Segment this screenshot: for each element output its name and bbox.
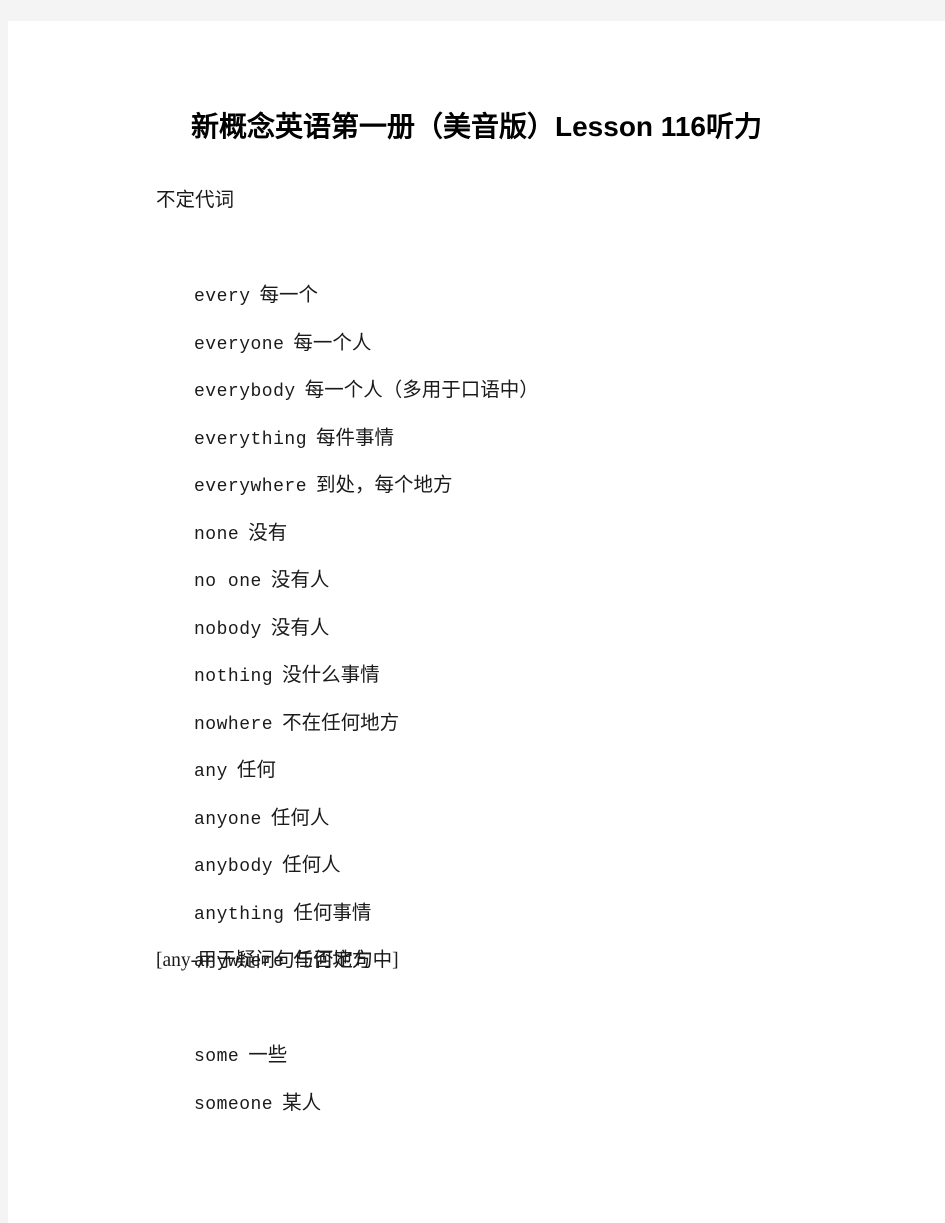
vocab-term: nowhere xyxy=(194,714,274,735)
vocab-gloss: 任何 xyxy=(236,760,276,781)
vocab-entry: some 一些 xyxy=(156,985,916,1067)
vocab-term: any xyxy=(194,762,228,782)
vocab-term: anybody xyxy=(194,857,274,877)
vocab-term: none xyxy=(194,524,240,545)
vocab-term: nothing xyxy=(194,667,274,687)
vocab-entry: every 每一个 xyxy=(156,225,916,307)
vocab-gloss: 一些 xyxy=(248,1045,288,1066)
vocab-gloss: 任何人 xyxy=(270,807,330,829)
vocab-term: every xyxy=(194,287,251,307)
vocab-gloss: 每一个 xyxy=(259,285,319,306)
vocab-term: nobody xyxy=(194,619,262,640)
vocab-term: everybody xyxy=(194,382,296,402)
vocab-term: everywhere xyxy=(194,477,308,497)
vocab-gloss: 每一个人（多用于口语中） xyxy=(304,380,539,401)
document-sheet: 新概念英语第一册（美音版）Lesson 116听力 不定代词 every 每一个 … xyxy=(8,21,945,1223)
usage-note: [any-用于疑问句与否定句中] xyxy=(156,950,399,971)
vocab-term: someone xyxy=(194,1094,274,1115)
vocab-gloss: 到处，每个地方 xyxy=(316,475,453,496)
page-title: 新概念英语第一册（美音版）Lesson 116听力 xyxy=(191,111,762,142)
vocab-term: some xyxy=(194,1047,240,1067)
vocab-gloss: 没有 xyxy=(248,522,288,544)
vocab-gloss: 没什么事情 xyxy=(282,665,380,686)
page-background: 新概念英语第一册（美音版）Lesson 116听力 不定代词 every 每一个 … xyxy=(0,0,945,1223)
vocab-gloss: 任何人 xyxy=(282,855,341,876)
vocab-term: everyone xyxy=(194,334,285,355)
vocab-term: anything xyxy=(194,904,285,925)
vocab-gloss: 每件事情 xyxy=(316,427,395,449)
vocab-gloss: 任何事情 xyxy=(293,902,372,924)
vocab-term: anyone xyxy=(194,809,262,830)
vocab-term: no one xyxy=(194,572,262,592)
vocab-gloss: 没有人 xyxy=(270,570,330,591)
section-heading: 不定代词 xyxy=(156,190,235,211)
document-body: 不定代词 every 每一个 everyone 每一个人 everybody 每一个人… xyxy=(156,177,916,1115)
vocab-gloss: 没有人 xyxy=(270,617,330,639)
vocab-gloss: 不在任何地方 xyxy=(282,712,400,734)
vocab-gloss: 每一个人 xyxy=(293,332,372,354)
vocab-term: everything xyxy=(194,429,308,450)
vocab-gloss: 某人 xyxy=(282,1092,322,1114)
